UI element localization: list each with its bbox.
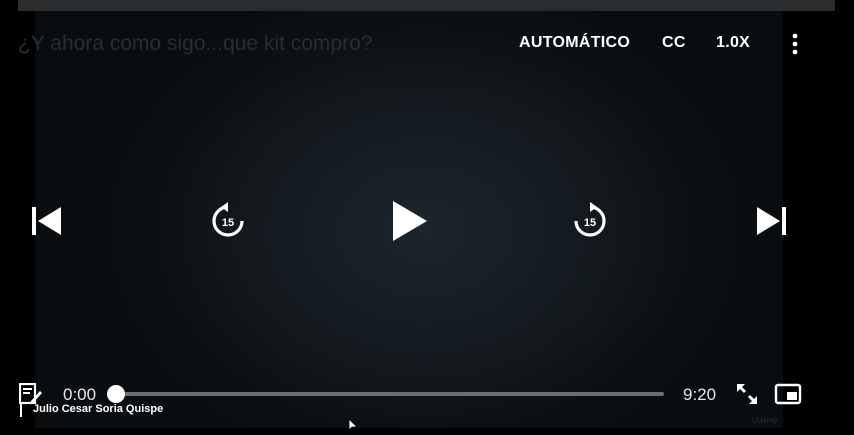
captions-button[interactable]: CC [662, 34, 686, 52]
picture-in-picture-icon[interactable] [774, 383, 802, 410]
forward-seconds-label: 15 [584, 217, 596, 229]
speed-button[interactable]: 1.0X [716, 34, 750, 52]
top-strip [18, 0, 835, 11]
watermark: Udemy [752, 416, 778, 425]
skip-next-icon[interactable] [755, 205, 789, 242]
video-title: ¿Y ahora como sigo...que kit compro? [18, 32, 373, 55]
rewind-seconds-label: 15 [222, 217, 234, 229]
quality-button[interactable]: AUTOMÁTICO [519, 34, 630, 52]
skip-previous-icon[interactable] [30, 205, 64, 242]
expand-icon[interactable] [736, 383, 758, 410]
play-icon[interactable] [387, 199, 431, 248]
duration-time: 9:20 [683, 385, 717, 404]
mouse-cursor-icon [348, 417, 358, 435]
progress-thumb[interactable] [107, 385, 125, 403]
forward-15-icon[interactable]: 15 [570, 201, 610, 246]
current-time: 0:00 [63, 385, 97, 404]
author-name: Julio Cesar Soria Quispe [20, 403, 163, 417]
rewind-15-icon[interactable]: 15 [208, 201, 248, 246]
vertical-ellipsis-icon[interactable] [788, 33, 802, 55]
progress-track[interactable] [116, 392, 664, 396]
